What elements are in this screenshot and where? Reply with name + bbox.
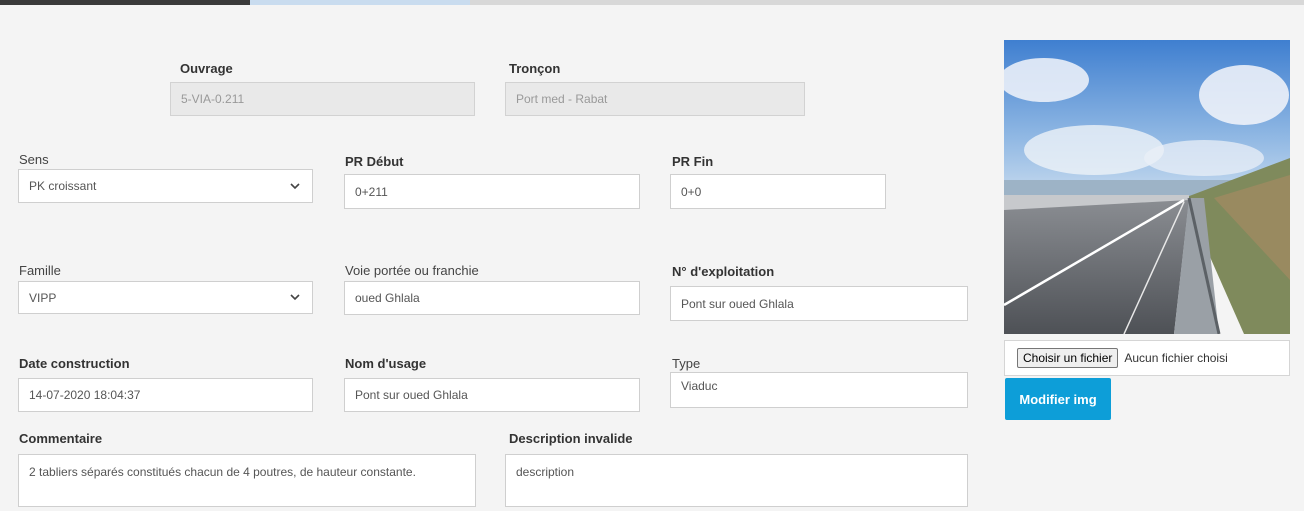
pr-debut-label: PR Début [345, 154, 404, 169]
description-label: Description invalide [509, 431, 633, 446]
n-exploitation-input[interactable]: Pont sur oued Ghlala [670, 286, 968, 321]
type-label: Type [672, 356, 701, 371]
famille-label: Famille [19, 263, 61, 278]
nom-usage-input[interactable]: Pont sur oued Ghlala [344, 378, 640, 412]
sens-label: Sens [19, 152, 49, 167]
chevron-down-icon [288, 179, 302, 193]
pr-debut-input[interactable]: 0+211 [344, 174, 640, 209]
modify-image-button[interactable]: Modifier img [1005, 378, 1111, 420]
voie-label: Voie portée ou franchie [345, 263, 479, 278]
troncon-field[interactable]: Port med - Rabat [505, 82, 805, 116]
ouvrage-field[interactable]: 5-VIA-0.211 [170, 82, 475, 116]
file-status: Aucun fichier choisi [1124, 351, 1228, 365]
sens-select[interactable]: PK croissant [18, 169, 313, 203]
nom-usage-label: Nom d'usage [345, 356, 427, 371]
date-construction-label: Date construction [19, 356, 130, 371]
choose-file-button[interactable]: Choisir un fichier [1017, 348, 1119, 368]
top-strip [0, 0, 1304, 5]
pr-fin-input[interactable]: 0+0 [670, 174, 886, 209]
chevron-down-icon [288, 291, 302, 305]
n-exploitation-label: N° d'exploitation [672, 264, 775, 279]
commentaire-textarea[interactable]: 2 tabliers séparés constitués chacun de … [18, 454, 476, 507]
voie-input[interactable]: oued Ghlala [344, 281, 640, 315]
date-construction-input[interactable]: 14-07-2020 18:04:37 [18, 378, 313, 412]
commentaire-label: Commentaire [19, 431, 103, 446]
file-input[interactable]: Choisir un fichier Aucun fichier choisi [1004, 340, 1290, 376]
pr-fin-label: PR Fin [672, 154, 714, 169]
famille-select[interactable]: VIPP [18, 281, 313, 314]
description-textarea[interactable]: description [505, 454, 968, 507]
troncon-label: Tronçon [509, 61, 561, 76]
ouvrage-label: Ouvrage [180, 61, 233, 76]
structure-photo [1004, 40, 1290, 334]
type-input[interactable]: Viaduc [670, 372, 968, 408]
